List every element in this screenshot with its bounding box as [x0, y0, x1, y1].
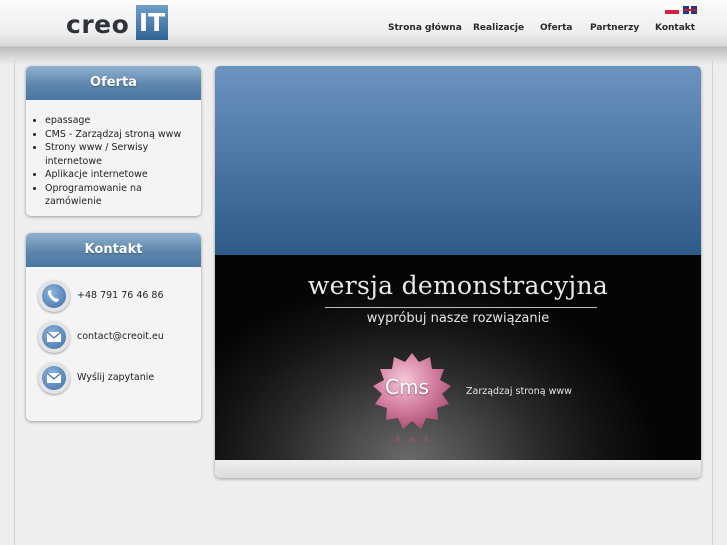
- badge-reflection: [393, 435, 431, 445]
- cms-caption: Zarządzaj stroną www: [466, 386, 572, 397]
- nav-item-home[interactable]: Strona główna: [388, 23, 462, 33]
- offer-box: Oferta epassage CMS - Zarządzaj stroną w…: [26, 66, 201, 216]
- contact-email-row[interactable]: contact@creoit.eu: [38, 321, 193, 355]
- envelope-icon: [38, 321, 70, 353]
- banner-divider: [325, 307, 597, 308]
- logo-mark: IT: [136, 5, 168, 40]
- header-shadow: [0, 47, 727, 65]
- offer-item-websites[interactable]: Strony www / Serwisy internetowe: [45, 141, 165, 168]
- offer-box-title: Oferta: [26, 66, 201, 100]
- page-frame-right: [712, 60, 713, 545]
- contact-box-title: Kontakt: [26, 233, 201, 267]
- nav-item-partners[interactable]: Partnerzy: [590, 23, 639, 33]
- nav-item-offer[interactable]: Oferta: [540, 23, 572, 33]
- phone-icon: [38, 280, 70, 312]
- contact-inquiry-row[interactable]: Wyślij zapytanie: [38, 362, 193, 396]
- logo-word: creo: [66, 10, 130, 39]
- banner-footer-bar: [215, 460, 701, 478]
- uk-flag-icon[interactable]: [683, 6, 697, 14]
- contact-phone-text: +48 791 76 46 86: [77, 290, 164, 301]
- site-header: creo IT Strona główna Realizacje Oferta …: [0, 0, 727, 47]
- language-switcher: [665, 6, 697, 14]
- contact-phone-row[interactable]: +48 791 76 46 86: [38, 280, 193, 314]
- page-frame-left: [14, 60, 15, 545]
- poland-flag-icon[interactable]: [665, 6, 679, 14]
- contact-box: Kontakt +48 791 76 46 86 contact@creoit.…: [26, 233, 201, 421]
- nav-item-contact[interactable]: Kontakt: [655, 23, 695, 33]
- banner-title: wersja demonstracyjna: [307, 271, 609, 300]
- contact-email-text: contact@creoit.eu: [77, 331, 164, 342]
- envelope-icon: [38, 362, 70, 394]
- contact-inquiry-text: Wyślij zapytanie: [77, 372, 155, 383]
- offer-list: epassage CMS - Zarządzaj stroną www Stro…: [26, 100, 201, 209]
- banner-subtitle: wypróbuj nasze rozwiązanie: [366, 311, 550, 326]
- banner-sky: [215, 66, 701, 255]
- offer-item-web-apps[interactable]: Aplikacje internetowe: [45, 168, 201, 182]
- demo-banner[interactable]: wersja demonstracyjna wypróbuj nasze roz…: [215, 66, 701, 478]
- cms-badge-text: Cms: [385, 375, 429, 399]
- offer-item-custom-software[interactable]: Oprogramowanie na zamówienie: [45, 182, 201, 209]
- nav-item-projects[interactable]: Realizacje: [473, 23, 524, 33]
- cms-badge[interactable]: Cms: [369, 351, 455, 463]
- offer-item-cms[interactable]: CMS - Zarządzaj stroną www: [45, 128, 201, 142]
- offer-item-epassage[interactable]: epassage: [45, 114, 201, 128]
